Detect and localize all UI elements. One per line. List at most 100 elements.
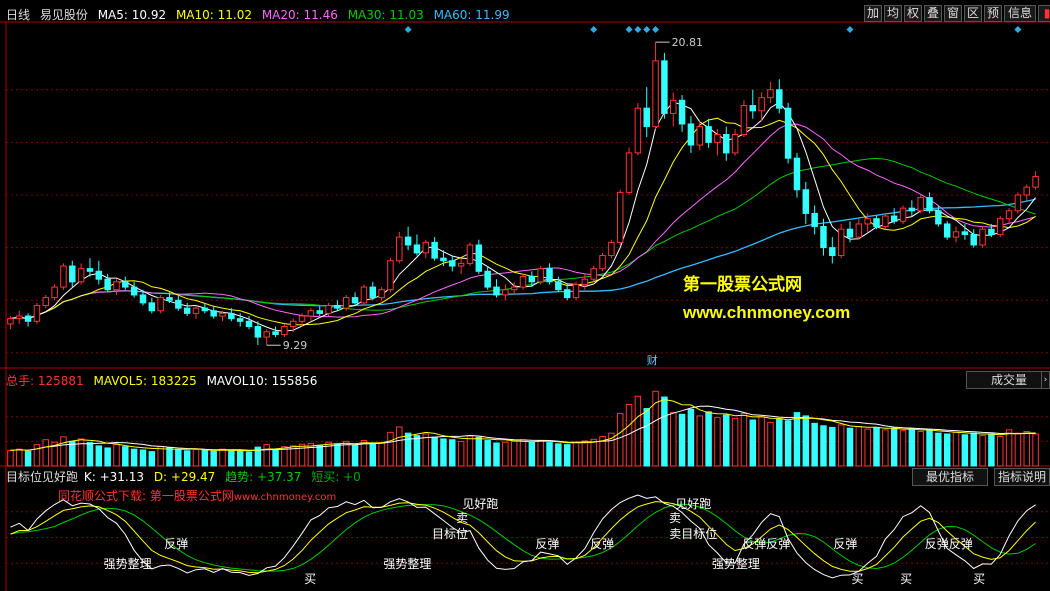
volume-bar (970, 432, 977, 467)
overlay-button[interactable]: 叠 (924, 5, 942, 22)
volume-bar (572, 441, 580, 467)
trend-value: 趋势: +37.37 (225, 470, 302, 484)
candle-body (175, 299, 182, 309)
volume-bar (519, 439, 527, 467)
volume-bar (890, 427, 898, 467)
candle-body (643, 107, 650, 128)
volume-bar (961, 434, 969, 467)
candle-body (228, 312, 235, 320)
volume-bar (669, 412, 677, 467)
candle-body (166, 297, 173, 301)
candle-body (581, 278, 589, 285)
volume-bar (272, 449, 279, 467)
volume-bar (528, 441, 536, 467)
candle-body (546, 268, 553, 283)
candle-body (475, 244, 483, 272)
candle-body (325, 304, 332, 314)
volume-bar (396, 426, 403, 467)
candle-body (281, 326, 288, 335)
info-button[interactable]: 信息 (1004, 5, 1036, 22)
volume-bar (369, 442, 377, 467)
volume-panel-header: 总手: 125881 MAVOL5: 183225 MAVOL10: 15585… (6, 374, 323, 388)
candle-body (555, 281, 562, 291)
signal-label: 反弹 (164, 537, 188, 551)
candle-body (793, 157, 801, 191)
candle-body (890, 215, 898, 222)
volume-bar (829, 426, 836, 467)
candle-body (24, 315, 32, 322)
candle-body (210, 310, 217, 317)
average-button[interactable]: 均 (884, 5, 902, 22)
candle-body (1032, 176, 1039, 188)
volume-bar (996, 435, 1004, 467)
candle-body (996, 218, 1004, 235)
volume-bar (1014, 432, 1022, 467)
range-button[interactable]: 区 (964, 5, 982, 22)
candle-body (95, 270, 103, 280)
add-button[interactable]: 加 (864, 5, 882, 22)
candle-body (537, 268, 544, 283)
volume-bar (1023, 431, 1030, 467)
forecast-button[interactable]: 预 (984, 5, 1002, 22)
chevron-right-icon[interactable]: › (1042, 371, 1050, 389)
indicator-panel-header: 目标位见好跑 K: +31.13 D: +29.47 趋势: +37.37 短买… (6, 470, 367, 484)
volume-bar (846, 427, 854, 467)
volume-bar (148, 451, 156, 467)
volume-bar (952, 431, 960, 467)
signal-label: 反弹反弹 (742, 537, 790, 551)
candle-body (917, 197, 924, 212)
volume-bar (616, 412, 624, 467)
watermark-url: www.chnmoney.com (683, 303, 851, 322)
candle-body (846, 228, 854, 238)
event-marker-icon (652, 26, 660, 33)
signal-label: 反弹反弹 (925, 537, 973, 551)
volume-bar (979, 435, 986, 467)
signal-label: 买 (973, 572, 985, 586)
volume-bar (661, 396, 668, 467)
candle-body (979, 228, 986, 246)
optimal-indicator-button[interactable]: 最优指标 (912, 468, 988, 486)
candle-body (723, 133, 730, 154)
candle-body (634, 107, 642, 154)
rights-button[interactable]: 权 (904, 5, 922, 22)
volume-bar (245, 451, 253, 467)
indicator-name[interactable]: 目标位见好跑 (6, 470, 78, 484)
volume-bar (466, 435, 474, 467)
signal-label: 卖 (669, 511, 681, 525)
period-label[interactable]: 日线 (6, 8, 30, 22)
volume-bar (201, 449, 209, 467)
volume-bar (457, 440, 465, 467)
candle-body (899, 207, 907, 222)
volume-indicator-select[interactable]: 成交量 (966, 371, 1042, 389)
candle-body (113, 281, 120, 291)
candle-body (493, 286, 500, 296)
volume-bar (16, 448, 23, 467)
ma5-line (10, 101, 1036, 332)
volume-bar (431, 436, 438, 467)
candle-body (148, 302, 156, 312)
ma20-label: MA20: 11.46 (261, 8, 338, 22)
price-panel-header: 日线 易见股份 MA5: 10.92 MA10: 11.02 MA20: 11.… (6, 8, 516, 22)
flag-icon[interactable]: ▮ (1038, 5, 1050, 22)
volume-bar (767, 421, 774, 467)
volume-bar (882, 429, 889, 467)
candle-body (661, 60, 668, 114)
volume-bar (484, 440, 491, 467)
event-marker-icon (846, 26, 854, 33)
volume-bar (42, 439, 50, 467)
indicator-description-button[interactable]: 指标说明 (994, 468, 1050, 486)
short-buy-value: 短买: +0 (311, 470, 361, 484)
candle-body (519, 276, 527, 288)
candle-body (307, 310, 315, 317)
volume-bar (219, 448, 226, 467)
window-button[interactable]: 窗 (944, 5, 962, 22)
volume-bar (943, 433, 951, 467)
total-volume-label: 总手: 125881 (6, 374, 84, 388)
signal-label: 买 (900, 572, 912, 586)
signal-label: 反弹 (833, 537, 857, 551)
chart-toolbar: 加均权叠窗区预信息▮▮ (862, 5, 1050, 22)
volume-bar (546, 442, 553, 467)
candle-body (510, 286, 518, 291)
candle-body (943, 223, 951, 238)
candle-body (1005, 210, 1013, 220)
